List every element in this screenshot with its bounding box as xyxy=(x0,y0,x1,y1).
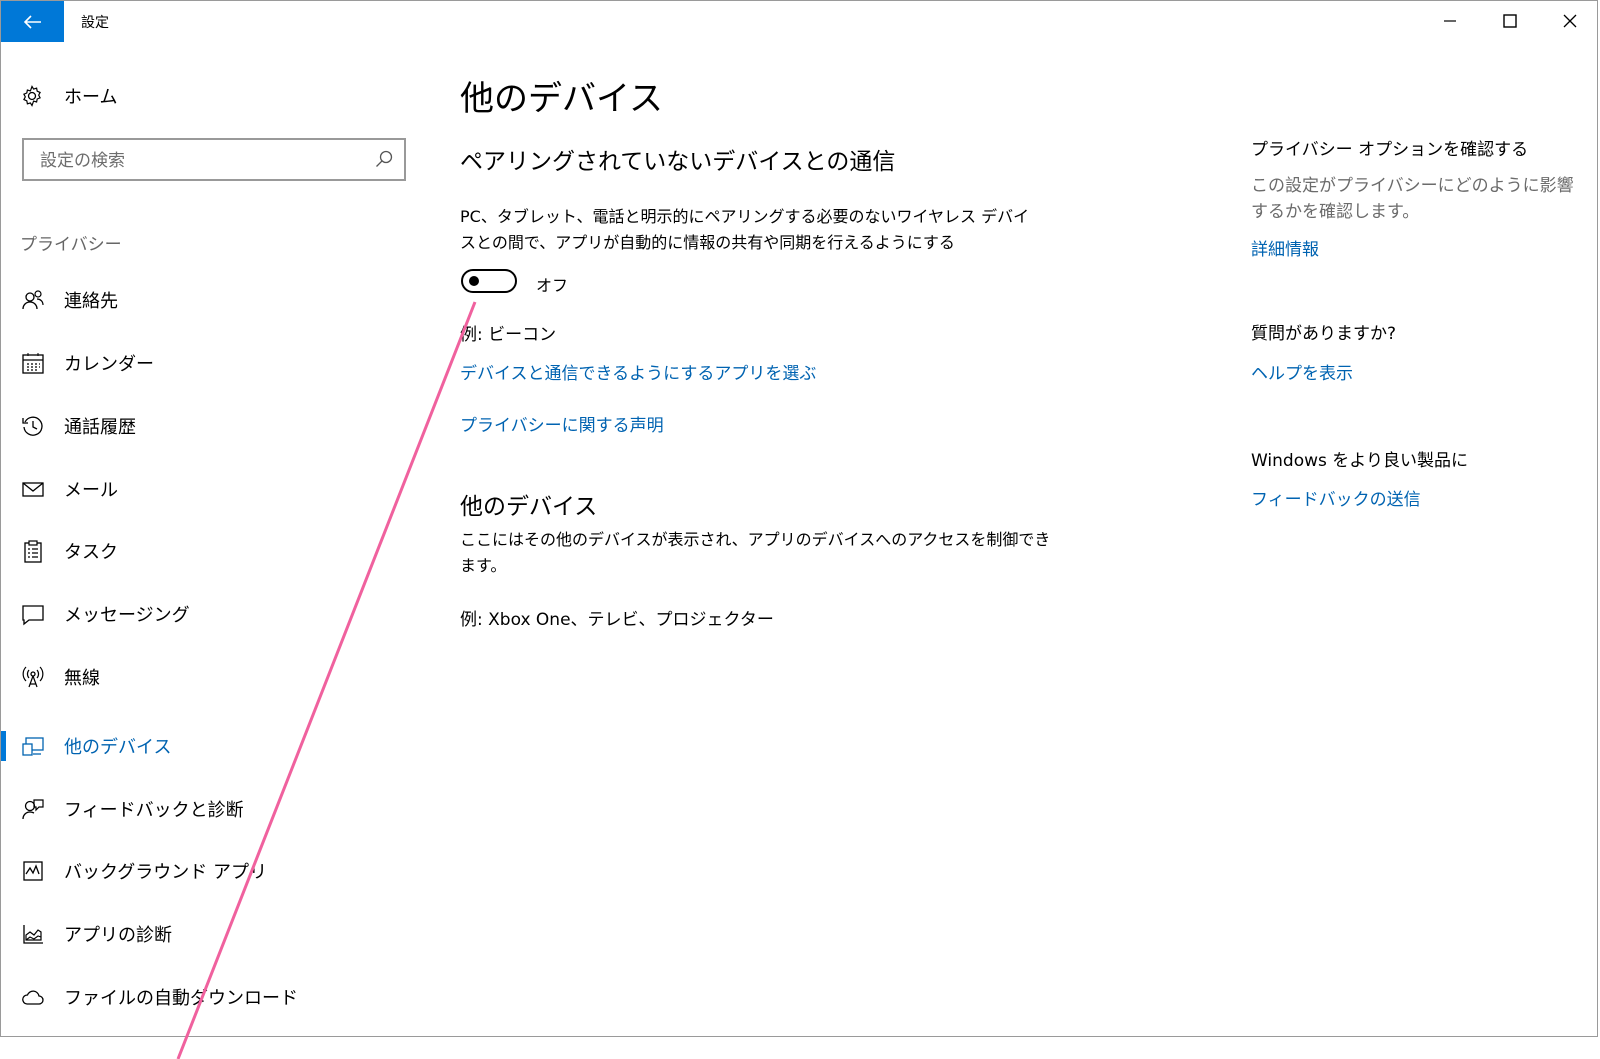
description-line: するかを確認します。 xyxy=(1251,202,1420,222)
sidebar-item-radios[interactable]: 無線 xyxy=(20,663,400,691)
back-arrow-icon xyxy=(23,14,41,29)
search-box[interactable] xyxy=(22,138,406,181)
beacon-example: 例: ビーコン xyxy=(460,325,557,345)
sidebar-item-background-apps[interactable]: バックグラウンド アプリ xyxy=(20,857,400,885)
privacy-section-label: プライバシー xyxy=(20,235,122,255)
search-icon[interactable] xyxy=(374,149,394,169)
back-button[interactable] xyxy=(1,1,64,42)
tasks-icon xyxy=(24,540,42,563)
sidebar-item-tasks[interactable]: タスク xyxy=(20,537,400,565)
privacy-options-description: この設定がプライバシーにどのように影響 するかを確認します。 xyxy=(1251,173,1581,225)
active-indicator xyxy=(1,731,6,761)
feedback-icon xyxy=(22,799,44,820)
other-devices-icon xyxy=(22,737,44,756)
unpaired-devices-description: PC、タブレット、電話と明示的にペアリングする必要のないワイヤレス デバイ スと… xyxy=(460,204,1029,256)
sidebar-item-label: アプリの診断 xyxy=(64,925,172,946)
sidebar-item-feedback[interactable]: フィードバックと診断 xyxy=(20,795,400,823)
unpaired-devices-toggle[interactable] xyxy=(461,269,517,293)
feedback-link[interactable]: フィードバックの送信 xyxy=(1251,485,1421,510)
sidebar-item-label: 他のデバイス xyxy=(64,737,172,758)
unpaired-devices-heading: ペアリングされていないデバイスとの通信 xyxy=(460,149,896,175)
other-devices-example: 例: Xbox One、テレビ、プロジェクター xyxy=(460,610,774,630)
improve-windows-title: Windows をより良い製品に xyxy=(1251,451,1468,471)
sidebar-home-label: ホーム xyxy=(64,87,118,108)
messaging-icon xyxy=(22,605,44,626)
minimize-button[interactable] xyxy=(1438,9,1462,33)
minimize-icon xyxy=(1444,20,1456,22)
maximize-button[interactable] xyxy=(1498,9,1522,33)
call-history-icon xyxy=(22,416,43,436)
contacts-icon xyxy=(22,290,44,310)
other-devices-heading: 他のデバイス xyxy=(460,494,598,520)
sidebar-item-call-history[interactable]: 通話履歴 xyxy=(20,412,400,440)
sidebar-home[interactable]: ホーム xyxy=(20,83,117,109)
privacy-statement-link[interactable]: プライバシーに関する声明 xyxy=(460,411,664,436)
settings-window: 設定 ホーム プライバシー 連絡先 カレンダー 通話履歴 xyxy=(0,0,1598,1037)
calendar-icon xyxy=(22,353,44,374)
close-button[interactable] xyxy=(1558,9,1582,33)
sidebar-item-calendar[interactable]: カレンダー xyxy=(20,349,400,377)
background-apps-icon xyxy=(23,861,43,881)
maximize-icon xyxy=(1503,14,1517,28)
radio-icon xyxy=(22,666,44,688)
privacy-options-title: プライバシー オプションを確認する xyxy=(1251,140,1529,160)
description-line: この設定がプライバシーにどのように影響 xyxy=(1251,176,1574,196)
sidebar-item-label: カレンダー xyxy=(64,354,154,375)
choose-apps-link[interactable]: デバイスと通信できるようにするアプリを選ぶ xyxy=(460,359,816,384)
toggle-knob xyxy=(469,276,479,286)
sidebar-item-label: 連絡先 xyxy=(64,291,118,312)
sidebar-item-label: メッセージング xyxy=(64,605,190,626)
sidebar-item-label: フィードバックと診断 xyxy=(64,800,244,821)
window-title: 設定 xyxy=(81,15,109,31)
sidebar-item-label: メール xyxy=(64,480,118,501)
mail-icon xyxy=(22,482,44,497)
description-line: スとの間で、アプリが自動的に情報の共有や同期を行えるようにする xyxy=(460,233,955,252)
cloud-icon xyxy=(22,990,44,1005)
page-title: 他のデバイス xyxy=(460,79,663,119)
sidebar-item-other-devices[interactable]: 他のデバイス xyxy=(20,732,400,760)
gear-icon xyxy=(23,85,41,107)
sidebar-item-contacts[interactable]: 連絡先 xyxy=(20,286,400,314)
sidebar-item-app-diagnostics[interactable]: アプリの診断 xyxy=(20,920,400,948)
sidebar-item-messaging[interactable]: メッセージング xyxy=(20,600,400,628)
description-line: ます。 xyxy=(460,556,507,575)
other-devices-description: ここにはその他のデバイスが表示され、アプリのデバイスへのアクセスを制御でき ます… xyxy=(460,527,1050,579)
help-link[interactable]: ヘルプを表示 xyxy=(1251,359,1353,384)
sidebar-item-label: ファイルの自動ダウンロード xyxy=(64,988,298,1009)
details-link[interactable]: 詳細情報 xyxy=(1251,235,1319,260)
app-diagnostics-icon xyxy=(23,925,43,944)
description-line: PC、タブレット、電話と明示的にペアリングする必要のないワイヤレス デバイ xyxy=(460,207,1030,226)
close-icon xyxy=(1563,14,1577,28)
sidebar-item-label: 無線 xyxy=(64,668,100,689)
sidebar-item-label: タスク xyxy=(64,542,118,563)
search-input[interactable] xyxy=(38,148,362,174)
sidebar-item-label: 通話履歴 xyxy=(64,417,136,438)
sidebar-item-mail[interactable]: メール xyxy=(20,475,400,503)
toggle-state-label: オフ xyxy=(536,276,569,295)
sidebar-item-auto-download[interactable]: ファイルの自動ダウンロード xyxy=(20,983,400,1011)
description-line: ここにはその他のデバイスが表示され、アプリのデバイスへのアクセスを制御でき xyxy=(460,530,1051,549)
question-title: 質問がありますか? xyxy=(1251,324,1397,344)
sidebar-item-label: バックグラウンド アプリ xyxy=(64,862,268,883)
